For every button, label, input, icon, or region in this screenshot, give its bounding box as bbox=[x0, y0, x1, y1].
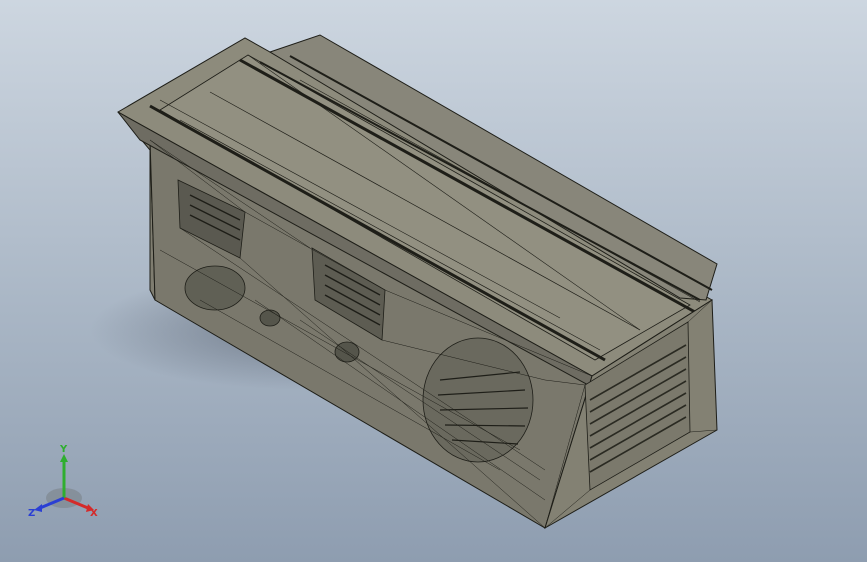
coordinate-triad: X Y Z bbox=[28, 444, 98, 519]
y-axis-arrow bbox=[60, 454, 68, 462]
y-axis-label: Y bbox=[59, 444, 68, 455]
z-axis-label: Z bbox=[28, 508, 35, 519]
x-axis-label: X bbox=[90, 508, 98, 519]
3d-model-view[interactable] bbox=[0, 0, 867, 562]
graphics-viewport[interactable]: X Y Z bbox=[0, 0, 867, 562]
